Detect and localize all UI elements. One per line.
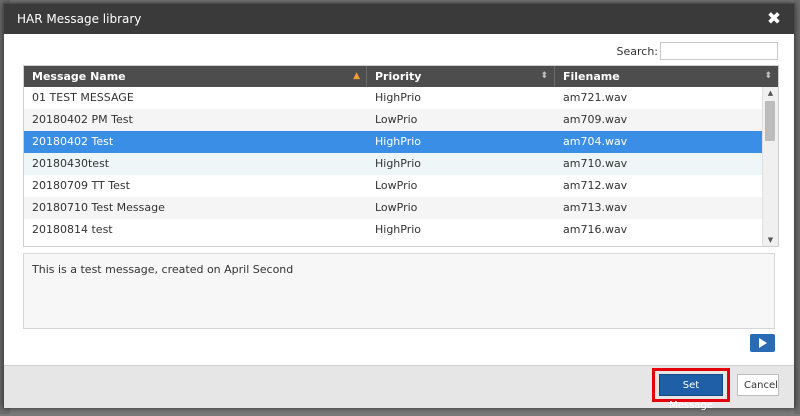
table-row[interactable]: 20180814 test HighPrio am716.wav bbox=[24, 219, 763, 241]
cell-filename: am713.wav bbox=[563, 201, 628, 214]
cell-message-name: 01 TEST MESSAGE bbox=[32, 91, 134, 104]
cell-filename: am704.wav bbox=[563, 135, 628, 148]
dialog-title: HAR Message library bbox=[17, 12, 142, 26]
table-body: 01 TEST MESSAGE HighPrio am721.wav 20180402… bbox=[24, 87, 763, 246]
message-text-preview[interactable]: This is a test message, created on April… bbox=[23, 253, 775, 329]
close-icon[interactable]: ✖ bbox=[764, 9, 784, 29]
scroll-up-arrow-icon[interactable]: ▲ bbox=[763, 87, 778, 99]
column-label: Message Name bbox=[32, 70, 126, 83]
column-header-priority[interactable]: Priority ⬍ bbox=[367, 66, 555, 87]
scroll-thumb[interactable] bbox=[765, 101, 775, 141]
message-library-dialog: HAR Message library ✖ Search: Message Na… bbox=[3, 3, 795, 411]
cell-message-name: 20180402 PM Test bbox=[32, 113, 133, 126]
column-label: Filename bbox=[563, 70, 620, 83]
cell-filename: am710.wav bbox=[563, 157, 628, 170]
cell-message-name: 20180402 Test bbox=[32, 135, 114, 148]
table-row[interactable]: 20180430test HighPrio am710.wav bbox=[24, 153, 763, 175]
table-header: Message Name ▲ Priority ⬍ Filename ⬍ bbox=[24, 66, 778, 87]
sort-both-icon: ⬍ bbox=[764, 71, 772, 81]
cell-priority: HighPrio bbox=[375, 157, 422, 170]
dialog-footer: Set Message Cancel bbox=[4, 365, 794, 411]
cell-priority: HighPrio bbox=[375, 135, 422, 148]
scroll-down-arrow-icon[interactable]: ▼ bbox=[763, 234, 778, 246]
sort-ascending-icon: ▲ bbox=[353, 71, 360, 81]
cell-priority: LowPrio bbox=[375, 201, 418, 214]
cell-filename: am712.wav bbox=[563, 179, 628, 192]
cell-priority: LowPrio bbox=[375, 179, 418, 192]
cancel-button[interactable]: Cancel bbox=[737, 374, 779, 396]
play-button[interactable] bbox=[750, 334, 775, 352]
set-message-button[interactable]: Set Message bbox=[659, 374, 723, 411]
cell-priority: HighPrio bbox=[375, 91, 422, 104]
table-row[interactable]: 20180402 Test HighPrio am704.wav bbox=[24, 131, 763, 153]
cell-message-name: 20180814 test bbox=[32, 223, 113, 236]
cell-message-name: 20180710 Test Message bbox=[32, 201, 165, 214]
sort-both-icon: ⬍ bbox=[540, 71, 548, 81]
cell-filename: am721.wav bbox=[563, 91, 628, 104]
table-scrollbar[interactable]: ▲ ▼ bbox=[762, 87, 778, 246]
play-icon bbox=[759, 338, 767, 348]
cell-priority: LowPrio bbox=[375, 113, 418, 126]
column-label: Priority bbox=[375, 70, 422, 83]
cell-priority: HighPrio bbox=[375, 223, 422, 236]
search-label: Search: bbox=[616, 45, 659, 58]
cell-message-name: 20180430test bbox=[32, 157, 110, 170]
dialog-titlebar: HAR Message library ✖ bbox=[4, 4, 794, 34]
message-table: Message Name ▲ Priority ⬍ Filename ⬍ 01 … bbox=[23, 65, 779, 247]
column-header-filename[interactable]: Filename ⬍ bbox=[555, 66, 778, 87]
search-input[interactable] bbox=[660, 42, 778, 60]
cell-message-name: 20180709 TT Test bbox=[32, 179, 130, 192]
column-header-message-name[interactable]: Message Name ▲ bbox=[24, 66, 367, 87]
table-row[interactable]: 01 TEST MESSAGE HighPrio am721.wav bbox=[24, 87, 763, 109]
cell-filename: am716.wav bbox=[563, 223, 628, 236]
table-row[interactable]: 20180709 TT Test LowPrio am712.wav bbox=[24, 175, 763, 197]
cell-filename: am709.wav bbox=[563, 113, 628, 126]
table-row[interactable]: 20180402 PM Test LowPrio am709.wav bbox=[24, 109, 763, 131]
table-row[interactable]: 20180710 Test Message LowPrio am713.wav bbox=[24, 197, 763, 219]
